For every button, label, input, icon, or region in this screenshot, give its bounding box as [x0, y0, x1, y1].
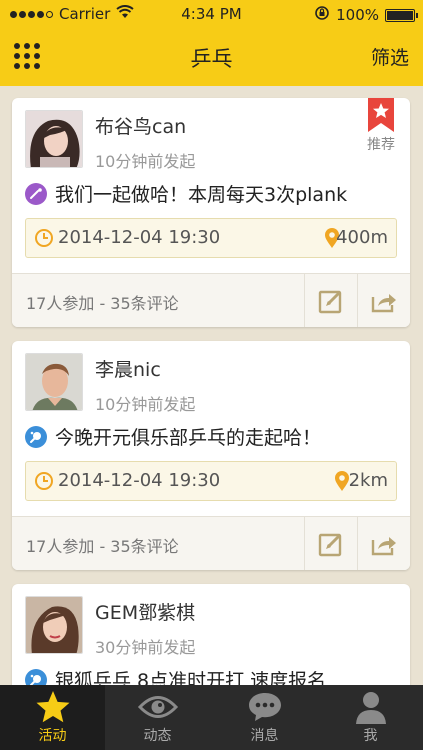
ping-pong-icon	[25, 425, 47, 448]
activity-card[interactable]: GEM鄧紫棋 30分钟前发起 银狐乒乓 8点准时开打 速度报名	[12, 584, 410, 685]
activity-date: 2014-12-04 19:30	[58, 227, 221, 248]
edit-icon	[318, 290, 342, 314]
activity-description: 银狐乒乓 8点准时开打 速度报名	[25, 666, 326, 685]
ping-pong-icon	[25, 668, 47, 685]
participants-comments[interactable]: 17人参加 - 35条评论	[26, 533, 179, 557]
share-icon	[371, 294, 396, 313]
rotation-lock-icon	[314, 5, 330, 25]
battery-percent: 100%	[336, 6, 379, 24]
clock-icon	[34, 471, 54, 495]
activity-date: 2014-12-04 19:30	[58, 470, 221, 491]
tab-label: 动态	[143, 728, 172, 744]
tab-label: 消息	[250, 728, 279, 744]
recommend-badge: 推荐	[366, 98, 396, 154]
eye-icon	[105, 685, 210, 725]
comment-button[interactable]	[304, 274, 357, 327]
activity-description: 今晚开元俱乐部乒乓的走起哈！	[25, 423, 321, 450]
battery-icon	[385, 8, 418, 22]
username[interactable]: 李晨nic	[95, 355, 161, 382]
activity-description: 我们一起做哈！本周每天3次plank	[25, 180, 347, 207]
activity-card[interactable]: 布谷鸟can 10分钟前发起 推荐 我们一起做哈！本周每天3次plank 201…	[12, 98, 410, 327]
post-time: 10分钟前发起	[95, 395, 196, 414]
card-footer: 17人参加 - 35条评论	[12, 516, 410, 570]
tab-activities[interactable]: 活动	[0, 685, 105, 750]
page-title: 乒乓	[190, 47, 233, 71]
tab-bar: 活动 动态 消息 我	[0, 685, 423, 750]
battery-group: 100%	[314, 5, 418, 25]
share-button[interactable]	[357, 274, 410, 327]
post-time: 10分钟前发起	[95, 152, 196, 171]
participants-comments[interactable]: 17人参加 - 35条评论	[26, 290, 179, 314]
tab-label: 活动	[38, 728, 67, 744]
person-icon	[318, 685, 423, 725]
filter-button[interactable]: 筛选	[371, 43, 409, 70]
post-time: 30分钟前发起	[95, 638, 196, 657]
tab-feed[interactable]: 动态	[105, 685, 210, 750]
tab-messages[interactable]: 消息	[212, 685, 317, 750]
card-footer: 17人参加 - 35条评论	[12, 273, 410, 327]
clock-icon	[34, 228, 54, 252]
description-text: 银狐乒乓 8点准时开打 速度报名	[55, 670, 327, 685]
avatar[interactable]	[25, 596, 83, 654]
plank-icon	[25, 182, 47, 205]
distance: 400m	[336, 227, 388, 248]
avatar[interactable]	[25, 353, 83, 411]
badge-label: 推荐	[367, 137, 395, 153]
bookmark-star-icon	[368, 98, 394, 132]
chat-bubble-icon	[212, 685, 317, 725]
edit-icon	[318, 533, 342, 557]
status-bar: Carrier 4:34 PM 100%	[0, 0, 423, 28]
description-text: 今晚开元俱乐部乒乓的走起哈！	[55, 427, 322, 449]
username[interactable]: GEM鄧紫棋	[95, 598, 195, 625]
comment-button[interactable]	[304, 517, 357, 570]
avatar[interactable]	[25, 110, 83, 168]
nav-bar: 乒乓 筛选	[0, 28, 423, 86]
username[interactable]: 布谷鸟can	[95, 112, 186, 139]
share-button[interactable]	[357, 517, 410, 570]
activity-card[interactable]: 李晨nic 10分钟前发起 今晚开元俱乐部乒乓的走起哈！ 2014-12-04 …	[12, 341, 410, 570]
time-location-box: 2014-12-04 19:30 400m	[25, 218, 397, 258]
star-icon	[0, 685, 105, 725]
time-location-box: 2014-12-04 19:30 2km	[25, 461, 397, 501]
description-text: 我们一起做哈！本周每天3次plank	[55, 184, 348, 206]
distance: 2km	[348, 470, 388, 491]
tab-me[interactable]: 我	[318, 685, 423, 750]
share-icon	[371, 537, 396, 556]
tab-label: 我	[363, 728, 378, 744]
activity-feed[interactable]: 布谷鸟can 10分钟前发起 推荐 我们一起做哈！本周每天3次plank 201…	[0, 86, 423, 685]
